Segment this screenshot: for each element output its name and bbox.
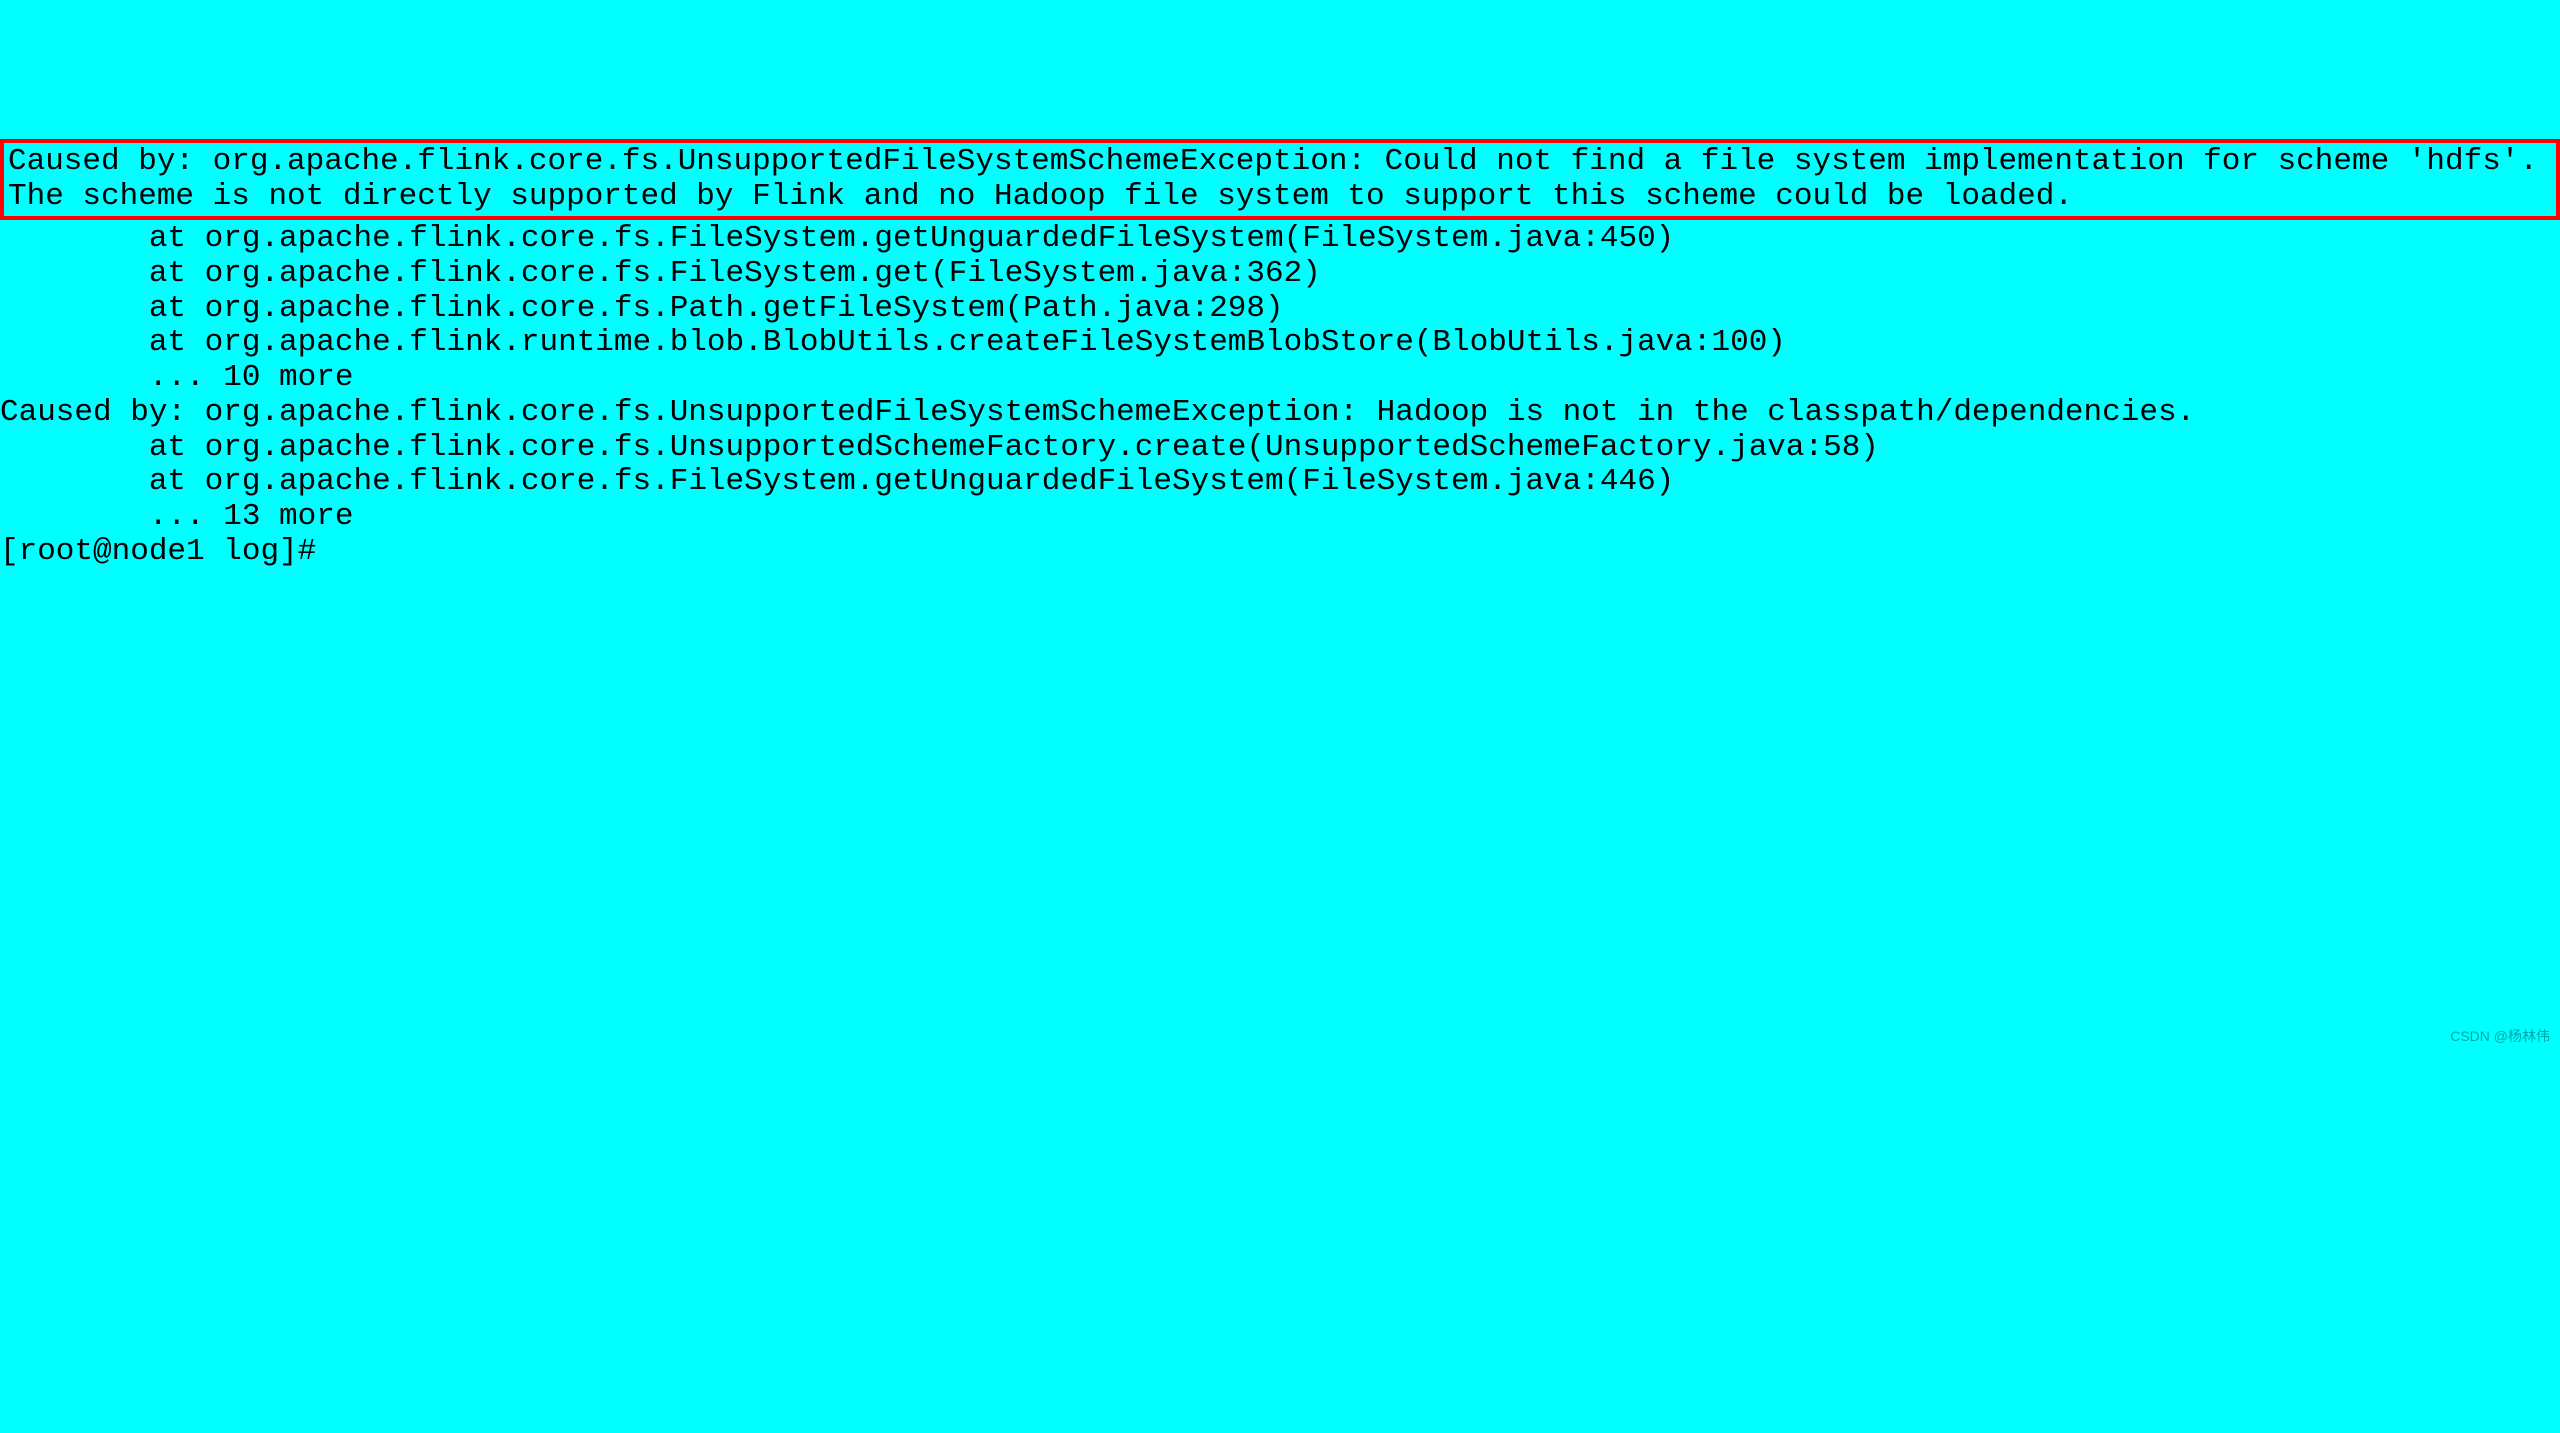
stack-trace-line: ... 13 more <box>0 499 353 534</box>
stack-trace-line: at org.apache.flink.core.fs.FileSystem.g… <box>0 221 1674 256</box>
watermark-text: CSDN @杨林伟 <box>2450 1029 2550 1045</box>
stack-trace-line: at org.apache.flink.core.fs.UnsupportedS… <box>0 430 1879 465</box>
shell-prompt[interactable]: [root@node1 log]# <box>0 534 316 569</box>
stack-trace-line: at org.apache.flink.core.fs.FileSystem.g… <box>0 464 1674 499</box>
stack-trace-line: at org.apache.flink.runtime.blob.BlobUti… <box>0 325 1786 360</box>
stack-trace-line: at org.apache.flink.core.fs.Path.getFile… <box>0 291 1284 326</box>
highlighted-error-block: Caused by: org.apache.flink.core.fs.Unsu… <box>0 139 2560 220</box>
terminal-output[interactable]: Caused by: org.apache.flink.core.fs.Unsu… <box>0 139 2560 1190</box>
stack-trace-line: Caused by: org.apache.flink.core.fs.Unsu… <box>0 395 2195 430</box>
stack-trace-line: ... 10 more <box>0 360 353 395</box>
stack-trace-line: at org.apache.flink.core.fs.FileSystem.g… <box>0 256 1321 291</box>
